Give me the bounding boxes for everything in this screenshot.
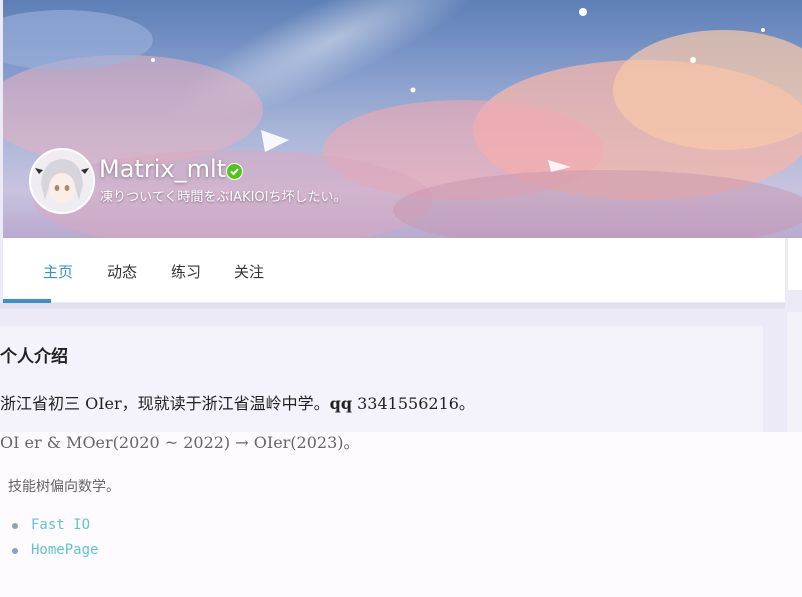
check-badge-icon — [226, 163, 243, 180]
divider — [0, 303, 785, 309]
bullet-icon — [12, 523, 18, 529]
user-motto: 凍りついてく時間をぶIAKIOIち坏したい。 — [100, 190, 347, 205]
intro-line-skills: 技能树偏向数学。 — [8, 479, 120, 495]
username: Matrix_mlt — [99, 155, 227, 183]
tab-activity[interactable]: 动态 — [107, 262, 137, 282]
intro-card — [0, 326, 763, 432]
intro-lower-section — [0, 432, 802, 597]
tab-practice[interactable]: 练习 — [171, 262, 201, 282]
bullet-icon — [12, 548, 18, 554]
intro-line-school: 浙江省初三 OIer，现就读于浙江省温岭中学。qq 3341556216。 — [0, 394, 475, 413]
tab-home[interactable]: 主页 — [43, 262, 73, 282]
side-panel — [787, 312, 802, 434]
link-fast-io[interactable]: Fast IO — [31, 515, 90, 535]
tab-bar-extension — [788, 238, 802, 290]
link-homepage[interactable]: HomePage — [31, 540, 98, 560]
tab-following[interactable]: 关注 — [234, 262, 264, 282]
avatar[interactable] — [29, 148, 95, 214]
intro-line-history: OI er & MOer(2020 ~ 2022) → OIer(2023)。 — [0, 433, 360, 452]
intro-title: 个人介绍 — [0, 347, 68, 367]
